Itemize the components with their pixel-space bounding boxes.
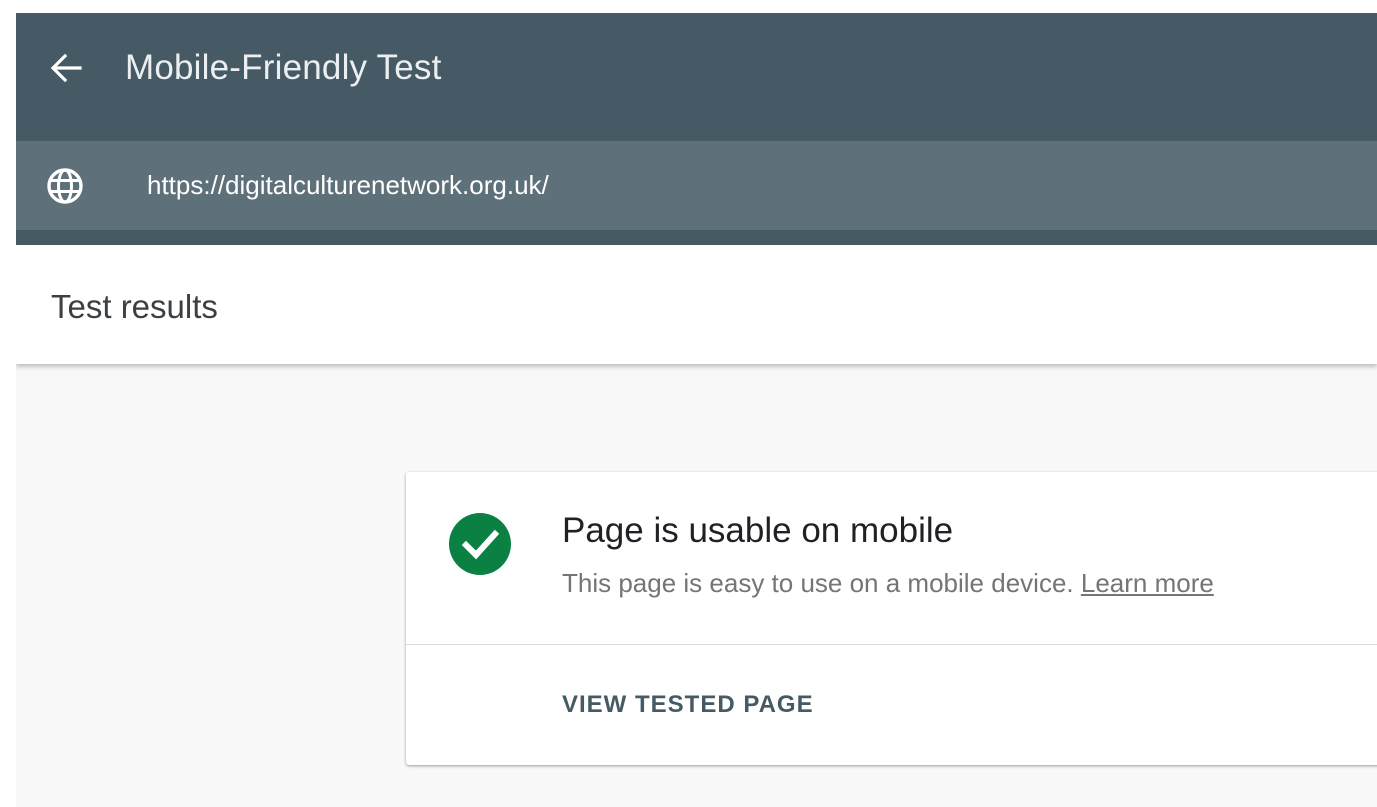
url-text[interactable]: https://digitalculturenetwork.org.uk/ [147,169,549,201]
results-title: Test results [51,288,218,325]
result-title: Page is usable on mobile [562,511,954,550]
result-card: Page is usable on mobile This page is ea… [406,472,1377,765]
description-text: This page is easy to use on a mobile dev… [562,568,1074,598]
learn-more-link[interactable]: Learn more [1081,568,1214,598]
back-button[interactable] [46,51,86,85]
view-tested-page-button[interactable]: VIEW TESTED PAGE [562,690,814,720]
app-bar: Mobile-Friendly Test [16,13,1377,141]
url-bar-bottom-band [16,230,1377,245]
results-header: Test results [16,245,1377,364]
result-description: This page is easy to use on a mobile dev… [562,567,1214,599]
app-title: Mobile-Friendly Test [125,48,442,87]
url-bar: https://digitalculturenetwork.org.uk/ [16,141,1377,230]
card-divider [406,644,1377,645]
globe-icon [47,168,83,204]
check-circle-icon [449,513,511,575]
arrow-left-icon [50,53,82,83]
app-frame: Mobile-Friendly Test https://digitalcult… [16,13,1377,807]
